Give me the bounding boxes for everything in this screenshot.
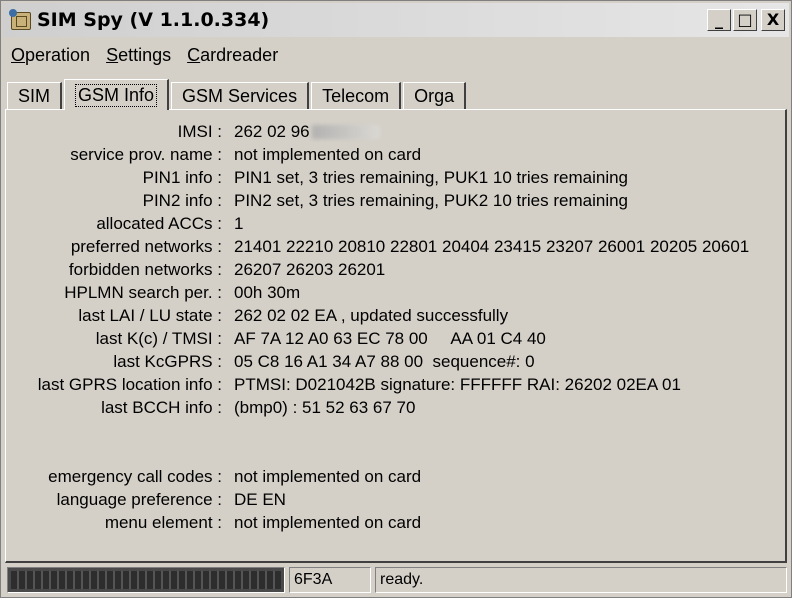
ecc-value: not implemented on card <box>234 466 422 486</box>
lai-label: last LAI / LU state : <box>78 305 222 325</box>
spn-value: not implemented on card <box>234 144 422 164</box>
kc-value: AF 7A 12 A0 63 EC 78 00 AA 01 C4 40 <box>234 328 546 348</box>
acc-label: allocated ACCs : <box>96 213 222 233</box>
forbidden-value: 26207 26203 26201 <box>234 259 386 279</box>
gprs-loc-value: PTMSI: D021042B signature: FFFFFF RAI: 2… <box>234 374 681 394</box>
info-row-imsi: IMSI : 262 02 96 <box>6 120 786 143</box>
info-row-bcch: last BCCH info : (bmp0) : 51 52 63 67 70 <box>6 396 786 419</box>
sim-card-icon <box>9 9 31 31</box>
info-row-forbidden-networks: forbidden networks : 26207 26203 26201 <box>6 258 786 281</box>
info-row-pin1: PIN1 info : PIN1 set, 3 tries remaining,… <box>6 166 786 189</box>
menu-operation[interactable]: Operation <box>3 45 98 66</box>
info-row-emergency-codes: emergency call codes : not implemented o… <box>6 465 786 488</box>
status-bar: 6F3A ready. <box>3 567 789 595</box>
gprs-loc-label: last GPRS location info : <box>37 374 222 394</box>
tab-label: GSM Info <box>75 83 158 107</box>
hplmn-label: HPLMN search per. : <box>64 282 222 302</box>
forbidden-label: forbidden networks : <box>68 259 222 279</box>
menu-element-value: not implemented on card <box>234 512 422 532</box>
menu-bar: Operation Settings Cardreader <box>3 39 789 71</box>
lang-value: DE EN <box>234 489 286 509</box>
info-row-service-provider: service prov. name : not implemented on … <box>6 143 786 166</box>
main-window: SIM Spy (V 1.1.0.334) _ □ X Operation Se… <box>0 0 792 598</box>
tab-label: GSM Services <box>182 86 298 106</box>
pin1-value: PIN1 set, 3 tries remaining, PUK1 10 tri… <box>234 167 629 187</box>
bcch-label: last BCCH info : <box>101 397 222 417</box>
minimize-button[interactable]: _ <box>707 9 731 31</box>
redacted-blur <box>311 125 380 140</box>
info-row-acc: allocated ACCs : 1 <box>6 212 786 235</box>
info-row-pin2: PIN2 info : PIN2 set, 3 tries remaining,… <box>6 189 786 212</box>
acc-value: 1 <box>234 213 244 233</box>
window-controls: _ □ X <box>707 9 785 31</box>
info-row-kc-tmsi: last K(c) / TMSI : AF 7A 12 A0 63 EC 78 … <box>6 327 786 350</box>
info-row-hplmn: HPLMN search per. : 00h 30m <box>6 281 786 304</box>
tab-sim[interactable]: SIM <box>7 82 63 110</box>
tab-label: SIM <box>18 86 51 106</box>
tab-label: Telecom <box>322 86 390 106</box>
close-button[interactable]: X <box>761 9 785 31</box>
info-row-kcgprs: last KcGPRS : 05 C8 16 A1 34 A7 88 00 se… <box>6 350 786 373</box>
tab-label: Orga <box>414 86 455 106</box>
info-row-preferred-networks: preferred networks : 21401 22210 20810 2… <box>6 235 786 258</box>
pin1-label: PIN1 info : <box>142 167 222 187</box>
preferred-value: 21401 22210 20810 22801 20404 23415 2320… <box>234 236 750 256</box>
progress-fill <box>11 571 281 589</box>
kcgprs-label: last KcGPRS : <box>113 351 222 371</box>
pin2-value: PIN2 set, 3 tries remaining, PUK2 10 tri… <box>234 190 629 210</box>
lai-value: 262 02 02 EA , updated successfully <box>234 305 509 325</box>
ecc-label: emergency call codes : <box>48 466 222 486</box>
pin2-label: PIN2 info : <box>142 190 222 210</box>
lang-label: language preference : <box>56 489 222 509</box>
tab-gsm-services[interactable]: GSM Services <box>171 82 310 110</box>
status-text: ready. <box>375 567 787 593</box>
tab-orga[interactable]: Orga <box>403 82 467 110</box>
window-title: SIM Spy (V 1.1.0.334) <box>37 9 270 31</box>
info-row-gprs-location: last GPRS location info : PTMSI: D021042… <box>6 373 786 396</box>
maximize-button[interactable]: □ <box>733 9 757 31</box>
tab-gsm-info[interactable]: GSM Info <box>64 79 170 110</box>
info-row-language: language preference : DE EN <box>6 488 786 511</box>
gsm-info-panel: IMSI : 262 02 96 service prov. name : no… <box>5 109 787 563</box>
menu-element-label: menu element : <box>104 512 222 532</box>
imsi-label: IMSI : <box>177 121 222 141</box>
info-row-lai: last LAI / LU state : 262 02 02 EA , upd… <box>6 304 786 327</box>
tab-telecom[interactable]: Telecom <box>311 82 402 110</box>
file-id-field: 6F3A <box>289 567 371 593</box>
bcch-value: (bmp0) : 51 52 63 67 70 <box>234 397 416 417</box>
kc-label: last K(c) / TMSI : <box>95 328 222 348</box>
menu-cardreader[interactable]: Cardreader <box>179 45 286 66</box>
menu-settings[interactable]: Settings <box>98 45 179 66</box>
preferred-label: preferred networks : <box>70 236 222 256</box>
progress-bar <box>7 567 285 593</box>
kcgprs-value: 05 C8 16 A1 34 A7 88 00 sequence#: 0 <box>234 351 535 371</box>
title-bar[interactable]: SIM Spy (V 1.1.0.334) _ □ X <box>3 3 789 37</box>
imsi-value: 262 02 96 <box>230 122 786 142</box>
info-row-menu-element: menu element : not implemented on card <box>6 511 786 534</box>
tab-strip: SIM GSM Info GSM Services Telecom Orga <box>7 79 468 110</box>
spn-label: service prov. name : <box>70 144 222 164</box>
hplmn-value: 00h 30m <box>234 282 301 302</box>
